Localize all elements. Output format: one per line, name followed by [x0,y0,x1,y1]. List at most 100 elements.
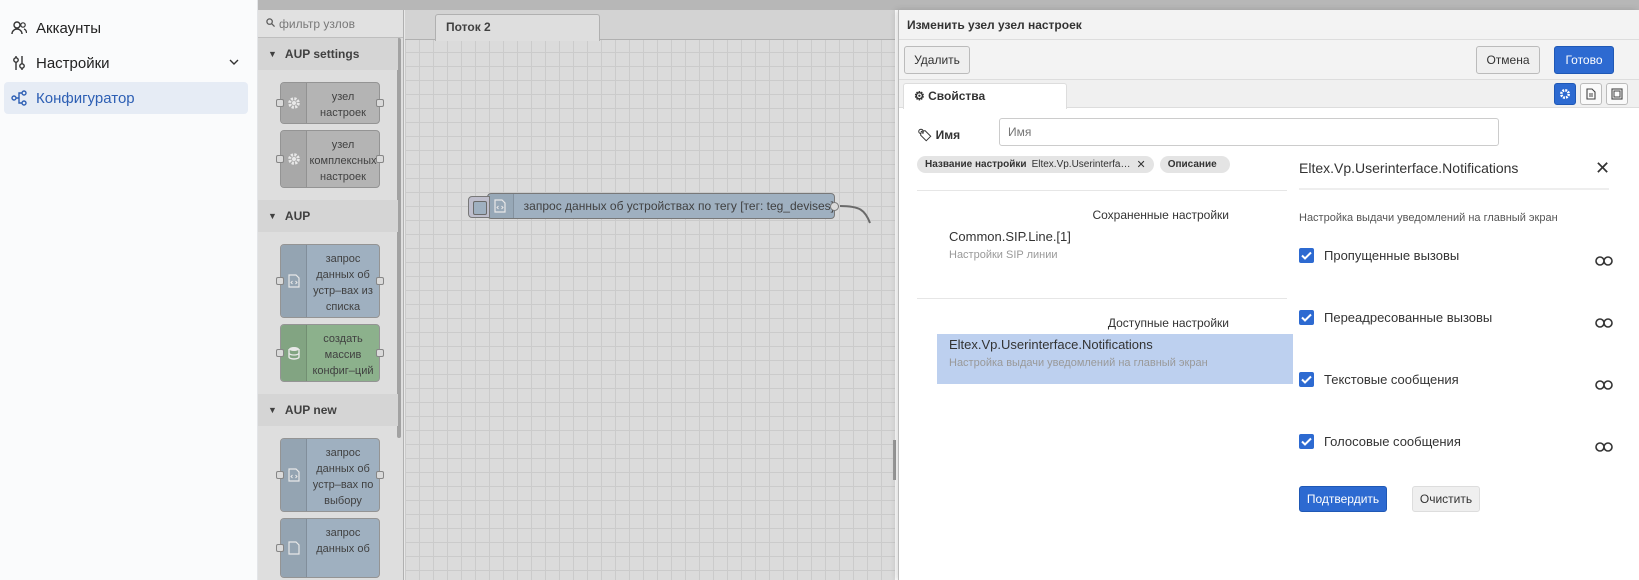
check-icon [1301,437,1312,446]
file-text-icon [1586,88,1596,100]
checkbox-checked[interactable] [1299,372,1314,387]
flow-node-request-by-tag[interactable]: запрос данных об устройствах по тегу [те… [468,193,839,219]
clear-button[interactable]: Очистить [1412,486,1480,512]
option-label: Голосовые сообщения [1324,434,1461,449]
sidebar-item-label: Аккаунты [36,19,102,37]
sidebar-item-configurator[interactable]: Конфигуратор [4,82,248,114]
name-input[interactable] [999,118,1499,146]
tab-properties[interactable]: ⚙ Свойства [903,83,1067,109]
palette-search[interactable]: фильтр узлов [258,10,403,38]
divider [917,298,1287,299]
category-label: AUP [284,209,311,223]
check-icon [1301,313,1312,322]
output-port [376,349,384,357]
link-icon[interactable] [1595,316,1613,331]
input-port [276,544,284,552]
available-setting-item[interactable]: Eltex.Vp.Userinterface.Notifications Нас… [949,337,1208,369]
palette-node-complex-settings[interactable]: узел комплексных настроек [276,130,384,188]
option-forwarded-calls[interactable]: Переадресованные вызовы [1299,310,1599,325]
wire [840,205,871,224]
filter-chip-name[interactable]: Название настройки Eltex.Vp.Userinterfa…… [917,156,1154,173]
palette-node-label: запрос данных об устр–вах по выбору [312,447,374,507]
input-port [276,155,284,163]
input-port [276,349,284,357]
output-port[interactable] [830,202,839,211]
gear-icon [281,83,307,123]
saved-setting-item[interactable]: Common.SIP.Line.[1] Настройки SIP линии [949,229,1071,261]
palette-category-aup-settings[interactable]: ▼ AUP settings [258,38,398,70]
link-icon[interactable] [1595,378,1613,393]
node-palette: фильтр узлов ▼ AUP settings узел настрое… [258,10,404,580]
tab-description-icon[interactable] [1580,83,1602,105]
palette-node-request-partial[interactable]: запрос данных об [276,518,380,578]
checkbox-checked[interactable] [1299,310,1314,325]
confirm-button[interactable]: Подтвердить [1299,486,1387,512]
tab-label: Свойства [928,89,986,103]
file-code-icon [488,194,514,218]
palette-category-aup[interactable]: ▼ AUP [258,200,398,232]
palette-node-label: запрос данных об устр–вах из списка [313,253,373,313]
tag-icon: 🏷 [917,128,933,142]
checkbox-checked[interactable] [1299,434,1314,449]
output-port [376,277,384,285]
palette-node-label: узел настроек [320,91,366,119]
inject-button[interactable] [468,196,490,218]
divider [1299,188,1609,190]
detail-description: Настройка выдачи уведомлений на главный … [1299,212,1558,224]
setting-desc: Настройка выдачи уведомлений на главный … [949,357,1208,369]
output-port [376,155,384,163]
tray-toolbar: Удалить Отмена Готово [899,40,1639,80]
done-button[interactable]: Готово [1554,46,1614,74]
delete-button[interactable]: Удалить [904,46,970,74]
name-label: 🏷 Имя [917,128,960,142]
layout-icon [1611,88,1623,100]
sidebar-item-settings[interactable]: Настройки [4,47,248,79]
sidebar-item-accounts[interactable]: Аккаунты [4,12,248,44]
caret-down-icon: ▼ [268,49,277,59]
option-missed-calls[interactable]: Пропущенные вызовы [1299,248,1599,263]
sliders-icon [10,54,28,72]
tray-title: Изменить узел узел настроек [899,10,1639,40]
gear-icon: ⚙ [914,89,925,103]
flow-node-label: запрос данных об устройствах по тегу [те… [523,199,834,213]
palette-node-create-array[interactable]: создать массив конфиг–ций [276,324,384,382]
search-icon [266,17,275,30]
gear-icon [281,131,307,187]
option-text-messages[interactable]: Текстовые сообщения [1299,372,1599,387]
input-port [276,99,284,107]
detail-title: Eltex.Vp.Userinterface.Notifications [1299,160,1519,176]
available-settings-title: Доступные настройки [1107,316,1229,330]
chip-key: Описание [1167,159,1217,170]
checkbox-checked[interactable] [1299,248,1314,263]
tab-settings-icon[interactable] [1554,83,1576,105]
chip-key: Название настройки [925,159,1027,170]
link-icon[interactable] [1595,440,1613,455]
palette-category-aup-new[interactable]: ▼ AUP new [258,394,398,426]
file-code-icon [281,439,307,511]
splitter-handle[interactable] [893,440,896,480]
tab-flow-2[interactable]: Поток 2 [435,14,600,41]
tray-tabbar: ⚙ Свойства [899,80,1639,109]
palette-node-request-list[interactable]: запрос данных об устр–вах из списка [276,244,384,318]
chevron-down-icon[interactable] [228,55,240,72]
gear-icon [1560,89,1570,99]
saved-settings-title: Сохраненные настройки [1092,208,1229,222]
close-icon[interactable]: ✕ [1137,158,1146,171]
palette-node-settings[interactable]: узел настроек [276,82,384,124]
database-icon [281,325,307,381]
tab-appearance-icon[interactable] [1606,83,1628,105]
palette-node-label: запрос данных об [316,527,370,555]
option-voice-messages[interactable]: Голосовые сообщения [1299,434,1599,449]
file-code-icon [281,519,307,577]
palette-node-label: узел комплексных настроек [309,139,377,183]
link-icon[interactable] [1595,254,1613,269]
close-icon[interactable]: ✕ [1595,158,1610,179]
home-icon [10,0,28,7]
palette-node-request-select[interactable]: запрос данных об устр–вах по выбору [276,438,384,512]
cancel-button[interactable]: Отмена [1476,46,1540,74]
palette-scrollbar[interactable] [397,38,401,438]
flow-workspace[interactable]: Поток 2 запрос данных об устройствах по … [405,10,895,580]
filter-chip-description[interactable]: Описание [1159,156,1230,173]
sidebar-item-label: Настройки [36,54,110,72]
option-label: Переадресованные вызовы [1324,310,1493,325]
